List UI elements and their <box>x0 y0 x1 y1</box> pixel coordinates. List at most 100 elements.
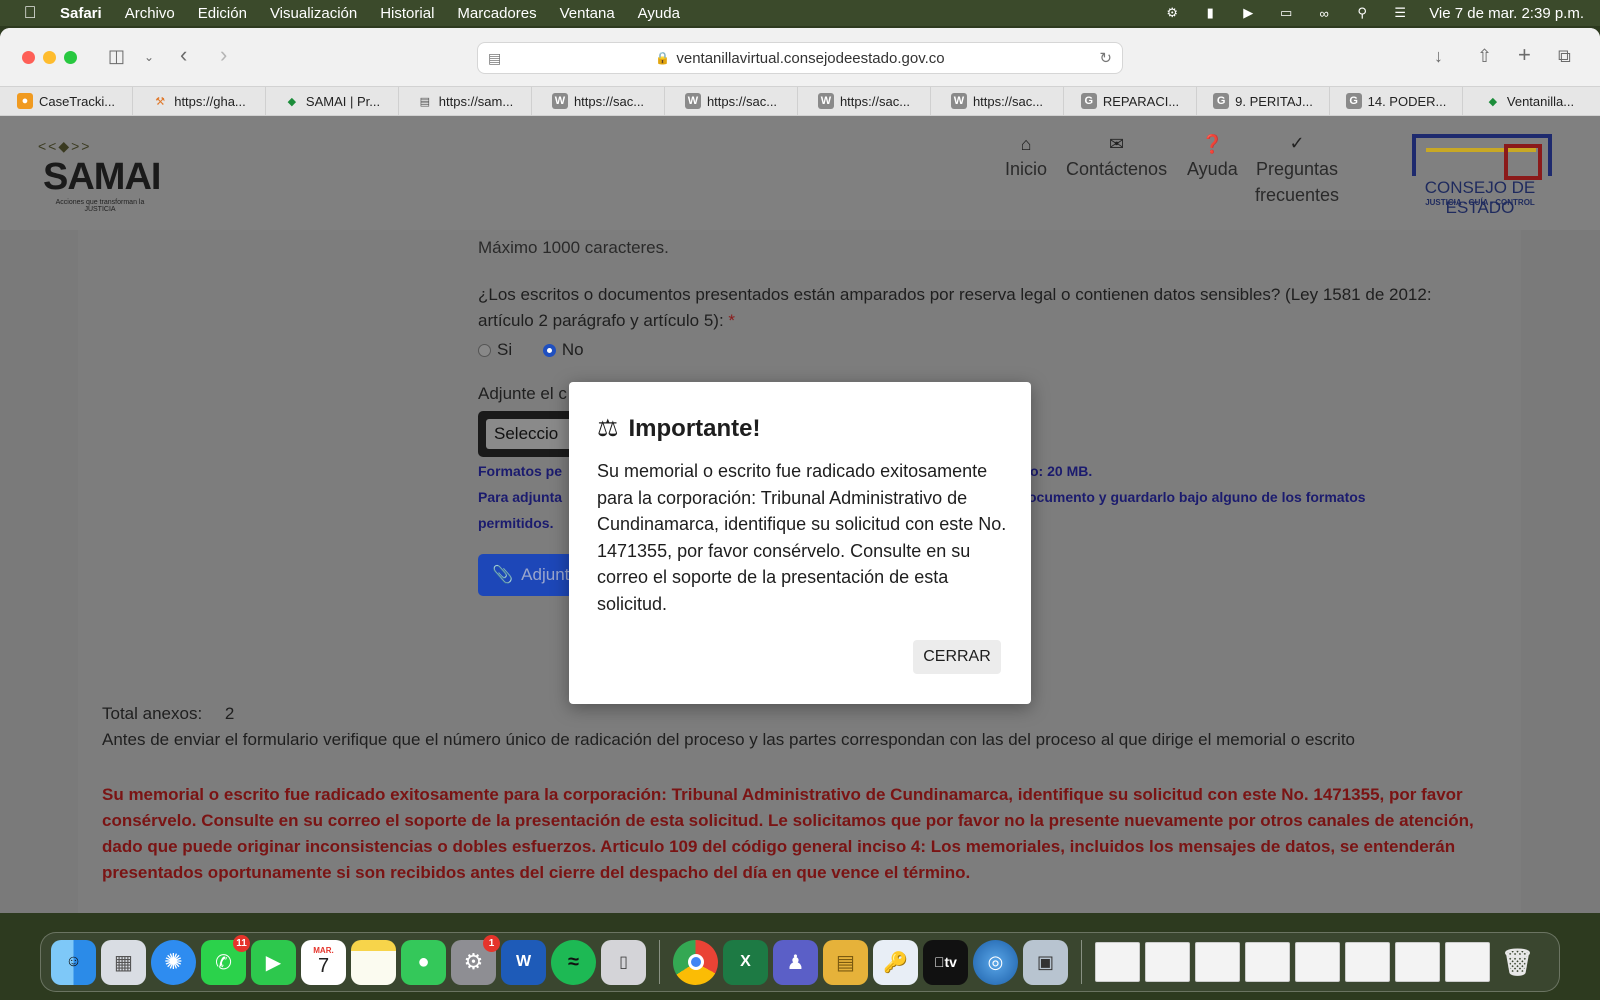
document-thumbnail[interactable] <box>1195 942 1240 982</box>
back-icon[interactable]: ‹ <box>180 42 187 68</box>
menu-ayuda[interactable]: Ayuda <box>638 5 680 22</box>
radio-yes-circle[interactable] <box>478 344 491 358</box>
scale-icon: ⚖ <box>597 415 619 442</box>
launchpad-icon[interactable]: ▦ <box>101 939 146 985</box>
preview-icon[interactable]: ▣ <box>1023 939 1068 985</box>
zoom-window-button[interactable] <box>64 50 77 64</box>
whatsapp-icon[interactable]: ✆ 11 <box>201 934 250 985</box>
share-icon[interactable]: ⇧ <box>1477 46 1492 67</box>
bookmark-item[interactable]: ● CaseTracki... <box>0 87 133 115</box>
bookmark-item[interactable]: G REPARACI... <box>1064 87 1197 115</box>
document-thumbnail[interactable] <box>1095 942 1140 982</box>
new-tab-icon[interactable]: + <box>1518 42 1531 68</box>
apple-menu-icon[interactable]:  <box>0 3 60 23</box>
document-thumbnail[interactable] <box>1345 942 1390 982</box>
iphone-mirroring-icon[interactable]: ▯ <box>601 939 646 985</box>
word-icon[interactable]: W <box>501 939 546 985</box>
samai-logo[interactable]: <<◆>> SAMAI Acciones que transforman la … <box>18 134 178 214</box>
paperclip-icon: 📎 <box>492 565 514 584</box>
radio-no-circle[interactable] <box>542 344 556 358</box>
w-icon: W <box>551 93 568 109</box>
facetime-icon[interactable]: ▶ <box>251 939 296 985</box>
w-icon: W <box>817 93 834 109</box>
passwords-icon[interactable]: 🔑 <box>873 939 918 985</box>
screen-mirroring-icon[interactable]: ∞ <box>1315 6 1333 21</box>
excel-icon[interactable]: X <box>723 939 768 985</box>
battery-icon[interactable]: ▭ <box>1277 5 1295 20</box>
menu-marcadores[interactable]: Marcadores <box>457 5 536 22</box>
bookmark-item[interactable]: ▤ https://sam... <box>399 87 532 115</box>
nav-ayuda[interactable]: ❓ Ayuda <box>1187 134 1238 180</box>
document-thumbnail[interactable] <box>1445 942 1490 982</box>
spotlight-search-icon[interactable]: ⚲ <box>1353 5 1371 20</box>
consejo-de-estado-logo[interactable]: CONSEJO DE ESTADO JUSTICIA - GUÍA - CONT… <box>1390 134 1570 217</box>
control-center-icon[interactable]: ☰ <box>1391 5 1409 20</box>
chrome-icon[interactable] <box>673 939 718 985</box>
attach-note-end: permitidos. <box>478 515 554 531</box>
attach-note-left: Para adjunta <box>478 489 563 505</box>
network-globe-icon[interactable]: ◎ <box>973 939 1018 985</box>
finder-icon[interactable]: ☺ <box>51 939 96 985</box>
messages-icon[interactable]: ● <box>401 939 446 985</box>
archive-utility-icon[interactable]: ▤ <box>823 939 868 985</box>
sensitive-data-question: ¿Los escritos o documentos presentados e… <box>478 285 1432 330</box>
menu-archivo[interactable]: Archivo <box>125 5 175 22</box>
bookmark-item[interactable]: ◆ SAMAI | Pr... <box>266 87 399 115</box>
menu-app-name[interactable]: Safari <box>60 5 102 22</box>
menu-historial[interactable]: Historial <box>380 5 434 22</box>
system-settings-icon[interactable]: ⚙ 1 <box>451 934 500 985</box>
menu-ventana[interactable]: Ventana <box>560 5 615 22</box>
teams-status-icon[interactable]: ⚙ <box>1163 5 1181 20</box>
bookmark-item[interactable]: ◆ Ventanilla... <box>1463 87 1596 115</box>
bookmark-item[interactable]: ⚒ https://gha... <box>133 87 266 115</box>
url-text: ventanillavirtual.consejodeestado.gov.co <box>676 49 945 67</box>
bookmark-item[interactable]: Whttps://sac... <box>532 87 665 115</box>
menu-visualizacion[interactable]: Visualización <box>270 5 357 22</box>
bookmark-item[interactable]: Whttps://sac... <box>798 87 931 115</box>
chevron-down-icon[interactable]: ⌄ <box>144 50 154 64</box>
close-window-button[interactable] <box>22 50 35 64</box>
bookmark-item[interactable]: Whttps://sac... <box>931 87 1064 115</box>
apple-tv-icon[interactable]: tv <box>923 939 968 985</box>
radio-yes[interactable]: Si <box>478 340 512 359</box>
downloads-icon[interactable]: ↓ <box>1434 46 1443 67</box>
menu-edicion[interactable]: Edición <box>198 5 247 22</box>
teams-icon[interactable]: ♟ <box>773 939 818 985</box>
reload-icon[interactable]: ↻ <box>1099 49 1112 67</box>
verify-instructions: Antes de enviar el formulario verifique … <box>102 730 1356 749</box>
spotify-icon[interactable]: ≈ <box>551 939 596 985</box>
notes-icon[interactable] <box>351 939 396 985</box>
sidebar-toggle-icon[interactable]: ◫ <box>108 46 125 67</box>
play-icon[interactable]: ▶ <box>1239 5 1257 20</box>
address-bar[interactable]: ▤ 🔒 ventanillavirtual.consejodeestado.go… <box>477 42 1123 74</box>
radio-no[interactable]: No <box>542 340 584 359</box>
close-modal-button[interactable]: CERRAR <box>913 640 1001 674</box>
bookmark-item[interactable]: G 9. PERITAJ... <box>1197 87 1330 115</box>
nav-preguntas-frecuentes[interactable]: ✓ Preguntas frecuentes <box>1254 134 1340 208</box>
nav-contactenos[interactable]: ✉ Contáctenos <box>1066 134 1167 180</box>
window-controls <box>22 50 77 64</box>
bookmark-item[interactable]: G 14. PODER... <box>1330 87 1463 115</box>
document-thumbnail[interactable] <box>1295 942 1340 982</box>
document-thumbnail[interactable] <box>1395 942 1440 982</box>
calendar-icon[interactable]: MAR. 7 <box>301 939 346 985</box>
minimize-window-button[interactable] <box>43 50 56 64</box>
forward-icon[interactable]: › <box>220 42 227 68</box>
building-logo-icon <box>1412 134 1552 180</box>
bookmark-item[interactable]: Whttps://sac... <box>665 87 798 115</box>
modal-body: Su memorial o escrito fue radicado exito… <box>597 461 1007 614</box>
page-menu-icon[interactable]: ▤ <box>488 50 501 67</box>
trash-icon[interactable]: 🗑 <box>1495 940 1540 985</box>
document-thumbnail[interactable] <box>1245 942 1290 982</box>
spellcheck-icon: ✓ <box>1289 133 1305 153</box>
safari-icon[interactable]: ✺ <box>151 939 196 985</box>
attach-note-right: ocumento y guardarlo bajo alguno de los … <box>1028 489 1366 505</box>
document-thumbnail[interactable] <box>1145 942 1190 982</box>
nav-inicio[interactable]: ⌂ Inicio <box>1005 134 1047 180</box>
bookmarks-bar: ● CaseTracki... ⚒ https://gha... ◆ SAMAI | … <box>0 86 1600 116</box>
contact-card-icon[interactable]: ▮ <box>1201 5 1219 20</box>
macos-dock: ☺ ▦ ✺ ✆11 ▶ MAR. 7 ● ⚙1 W ≈ ▯ X ♟ ▤ 🔑 t… <box>40 932 1560 992</box>
w-icon: W <box>950 93 967 109</box>
tab-overview-icon[interactable]: ⧉ <box>1558 46 1571 67</box>
menubar-clock[interactable]: Vie 7 de mar. 2:39 p.m. <box>1429 5 1584 22</box>
